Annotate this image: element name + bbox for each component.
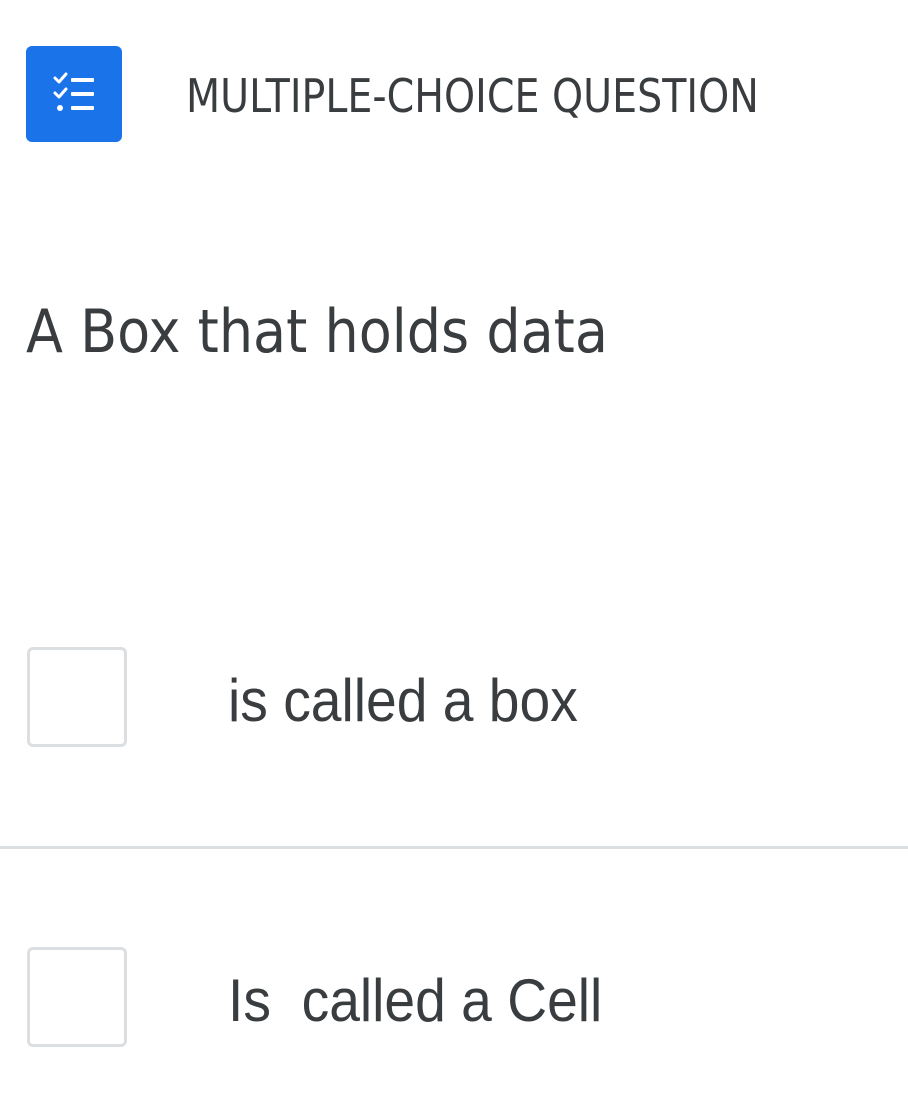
question-type-label: MULTIPLE-CHOICE QUESTION bbox=[186, 69, 759, 123]
checklist-icon bbox=[52, 72, 96, 116]
option-label[interactable]: Is called a Cell bbox=[228, 966, 602, 1036]
question-type-badge bbox=[26, 46, 122, 142]
question-header: MULTIPLE-CHOICE QUESTION bbox=[0, 0, 908, 190]
option-label[interactable]: is called a box bbox=[228, 666, 578, 736]
option-divider bbox=[0, 846, 908, 849]
answer-option[interactable]: Is called a Cell bbox=[0, 944, 908, 1054]
question-text: A Box that holds data bbox=[26, 297, 608, 367]
option-checkbox[interactable] bbox=[27, 647, 127, 747]
option-checkbox[interactable] bbox=[27, 947, 127, 1047]
answer-option[interactable]: is called a box bbox=[0, 644, 908, 754]
